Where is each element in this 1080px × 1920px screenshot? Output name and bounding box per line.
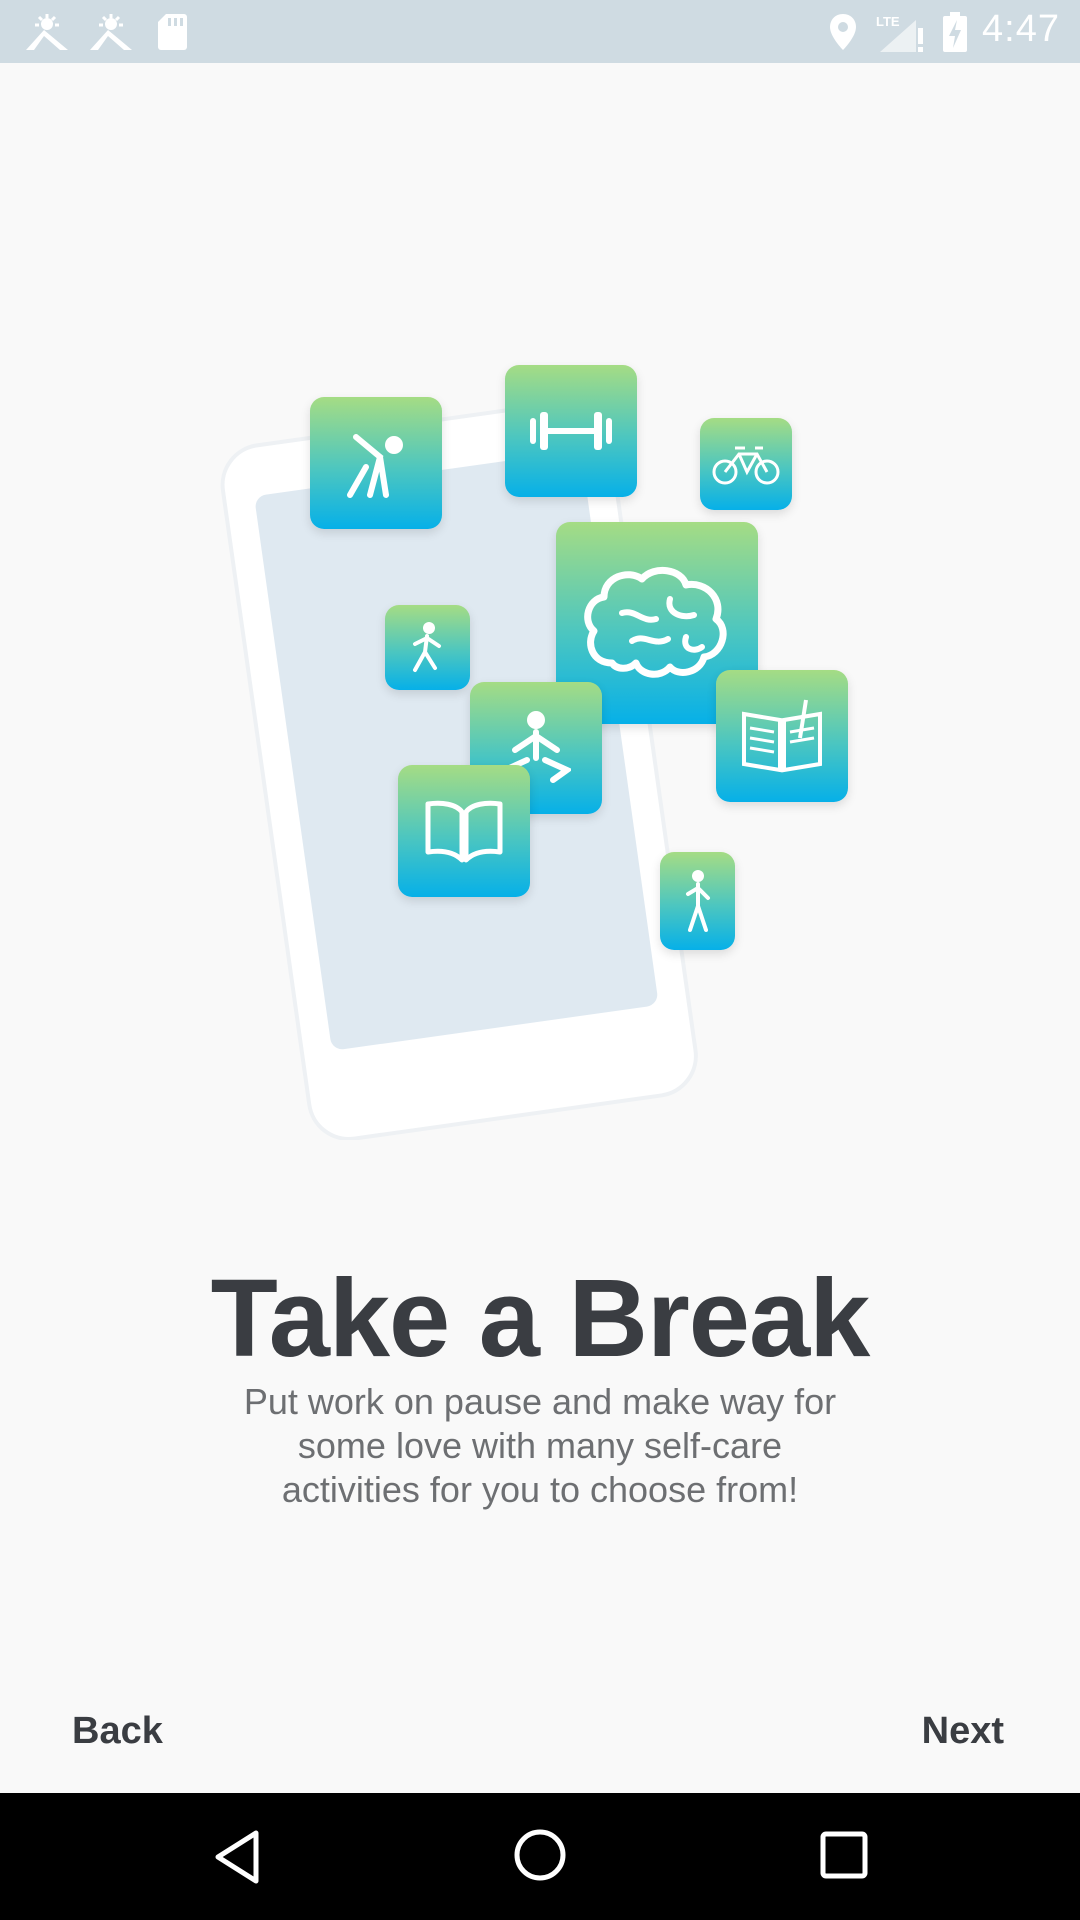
clock: 4:47 bbox=[982, 8, 1060, 50]
walking-icon bbox=[660, 852, 735, 950]
location-icon bbox=[830, 14, 856, 50]
back-button[interactable]: Back bbox=[72, 1710, 163, 1753]
system-navigation-bar bbox=[0, 1793, 1080, 1920]
running-icon bbox=[385, 605, 470, 690]
home-circle-icon[interactable] bbox=[512, 1827, 568, 1883]
book-icon bbox=[398, 765, 530, 897]
dumbbell-icon bbox=[505, 365, 637, 497]
subtitle-line: activities for you to choose from! bbox=[281, 1469, 799, 1510]
status-bar: LTE 4:47 bbox=[0, 0, 1080, 63]
self-care-illustration bbox=[0, 340, 1080, 1140]
journal-icon bbox=[716, 670, 848, 802]
back-triangle-icon[interactable] bbox=[212, 1829, 262, 1885]
next-button[interactable]: Next bbox=[922, 1710, 1004, 1753]
subtitle-line: Put work on pause and make way for bbox=[243, 1381, 837, 1422]
subtitle-line: some love with many self-care bbox=[297, 1425, 783, 1466]
weather-icon bbox=[26, 14, 68, 50]
recents-square-icon[interactable] bbox=[818, 1829, 870, 1881]
signal-icon: LTE bbox=[876, 14, 923, 52]
page-subtitle: Put work on pause and make way for some … bbox=[200, 1380, 880, 1512]
sd-card-icon bbox=[158, 14, 187, 50]
bicycle-icon bbox=[700, 418, 792, 510]
stretching-icon bbox=[310, 397, 442, 529]
weather-icon bbox=[90, 14, 132, 50]
battery-charging-icon bbox=[943, 12, 967, 52]
page-title: Take a Break bbox=[210, 1257, 871, 1380]
network-type-label: LTE bbox=[876, 14, 900, 29]
